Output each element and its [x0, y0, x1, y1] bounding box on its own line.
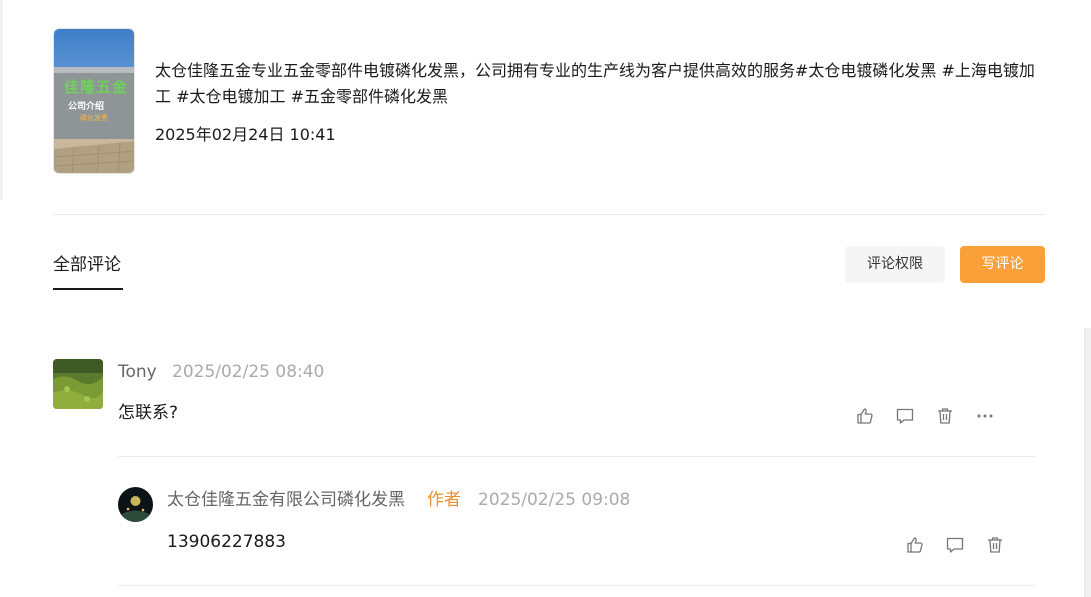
comment-permission-button[interactable]: 评论权限	[845, 246, 945, 283]
thumbs-up-icon[interactable]	[855, 406, 875, 426]
tab-active-underline	[53, 288, 123, 290]
comment-text: 怎联系?	[118, 403, 179, 423]
thumb-tag-text: 磷化发黑	[80, 114, 108, 122]
thumbs-up-icon[interactable]	[905, 535, 925, 555]
post-thumbnail[interactable]: 佳隆五金 公司介绍 磷化发黑	[53, 28, 135, 174]
delete-trash-icon[interactable]	[985, 535, 1005, 555]
write-comment-button[interactable]: 写评论	[960, 246, 1045, 283]
more-options-icon[interactable]	[975, 406, 995, 426]
thumb-subtitle-text: 公司介绍	[68, 102, 105, 112]
comment-username[interactable]: Tony	[118, 359, 157, 385]
scrollbar[interactable]	[1084, 328, 1091, 597]
comment-divider	[118, 456, 1035, 457]
delete-trash-icon[interactable]	[935, 406, 955, 426]
author-badge: 作者	[427, 490, 461, 510]
avatar[interactable]	[53, 359, 103, 409]
section-divider	[53, 214, 1045, 215]
reply-text: 13906227883	[167, 532, 286, 552]
avatar[interactable]	[118, 487, 153, 522]
left-edge-rule	[0, 0, 3, 200]
post-caption: 太仓佳隆五金专业五金零部件电镀磷化发黑，公司拥有专业的生产线为客户提供高效的服务…	[155, 61, 1035, 106]
thumb-title-text: 佳隆五金	[64, 78, 129, 96]
reply-username[interactable]: 太仓佳隆五金有限公司磷化发黑	[167, 487, 405, 513]
post-date: 2025年02月24日 10:41	[155, 125, 336, 144]
reply-comment-icon[interactable]	[945, 535, 965, 555]
reply-timestamp: 2025/02/25 09:08	[478, 490, 631, 510]
tab-all-comments[interactable]: 全部评论	[53, 252, 121, 278]
comment-timestamp: 2025/02/25 08:40	[172, 362, 325, 382]
comment-divider	[118, 585, 1035, 586]
reply-comment-icon[interactable]	[895, 406, 915, 426]
